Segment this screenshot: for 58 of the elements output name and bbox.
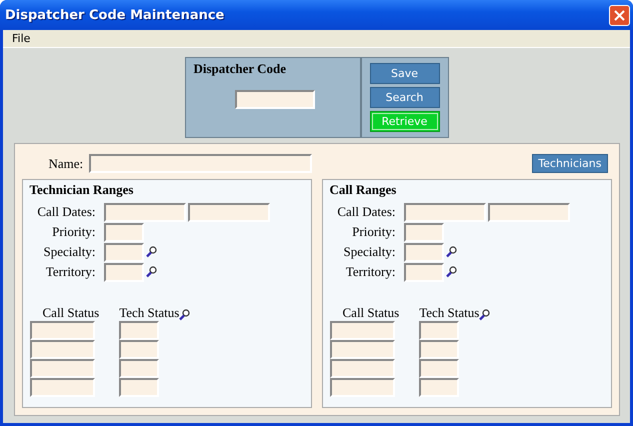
field-label: Territory: [346,264,396,280]
search-icon[interactable] [479,309,490,321]
search-icon[interactable] [446,266,456,278]
search-icon[interactable] [146,266,156,278]
field-label: Priority: [352,224,396,240]
field-label: Specialty: [344,244,396,260]
field-label: Specialty: [44,244,96,260]
menu-item[interactable]: File [9,32,34,45]
search-icon[interactable] [446,246,456,258]
field-label: Territory: [46,264,96,280]
input-field[interactable] [104,262,144,282]
close-icon [614,10,625,20]
status-field[interactable] [330,378,394,397]
status-field[interactable] [119,359,160,378]
search-icon[interactable] [179,309,190,321]
status-field[interactable] [330,321,394,340]
column-label: Call Status [342,305,400,321]
status-field[interactable] [119,340,160,359]
action-button[interactable]: Save [370,63,440,84]
input-field[interactable] [104,242,144,262]
status-field[interactable] [330,359,394,378]
search-icon[interactable] [146,246,156,258]
panel-title: Call Ranges [330,182,398,198]
status-field[interactable] [419,321,460,340]
panel-title: Technician Ranges [30,182,134,198]
window-title: Dispatcher Code Maintenance [5,8,224,22]
status-field[interactable] [119,378,160,397]
status-field[interactable] [30,340,94,359]
field-label: Name: [48,156,84,172]
column-label: Call Status [42,305,100,321]
status-field[interactable] [419,340,460,359]
action-button[interactable]: Retrieve [370,111,440,132]
status-field[interactable] [330,340,394,359]
date-field[interactable] [404,202,486,222]
column-label: Tech Status [119,305,180,321]
date-field[interactable] [188,202,270,222]
status-field[interactable] [30,321,94,340]
status-field[interactable] [30,378,94,397]
date-field[interactable] [488,202,570,222]
date-field[interactable] [104,202,186,222]
input-field[interactable] [404,262,444,282]
field-label: Call Dates: [337,204,396,220]
status-field[interactable] [119,321,160,340]
dispatcher-code-field[interactable] [234,90,314,109]
field-label: Dispatcher Code [194,61,288,77]
input-field[interactable] [104,222,144,242]
input-field[interactable] [404,222,444,242]
close-button[interactable] [609,4,630,26]
technicians-button[interactable]: Technicians [532,154,608,173]
status-field[interactable] [419,378,460,397]
action-button[interactable]: Search [370,87,440,108]
status-field[interactable] [419,359,460,378]
name-field[interactable] [89,154,312,173]
status-field[interactable] [30,359,94,378]
column-label: Tech Status [419,305,480,321]
field-label: Call Dates: [37,204,96,220]
field-label: Priority: [52,224,96,240]
input-field[interactable] [404,242,444,262]
